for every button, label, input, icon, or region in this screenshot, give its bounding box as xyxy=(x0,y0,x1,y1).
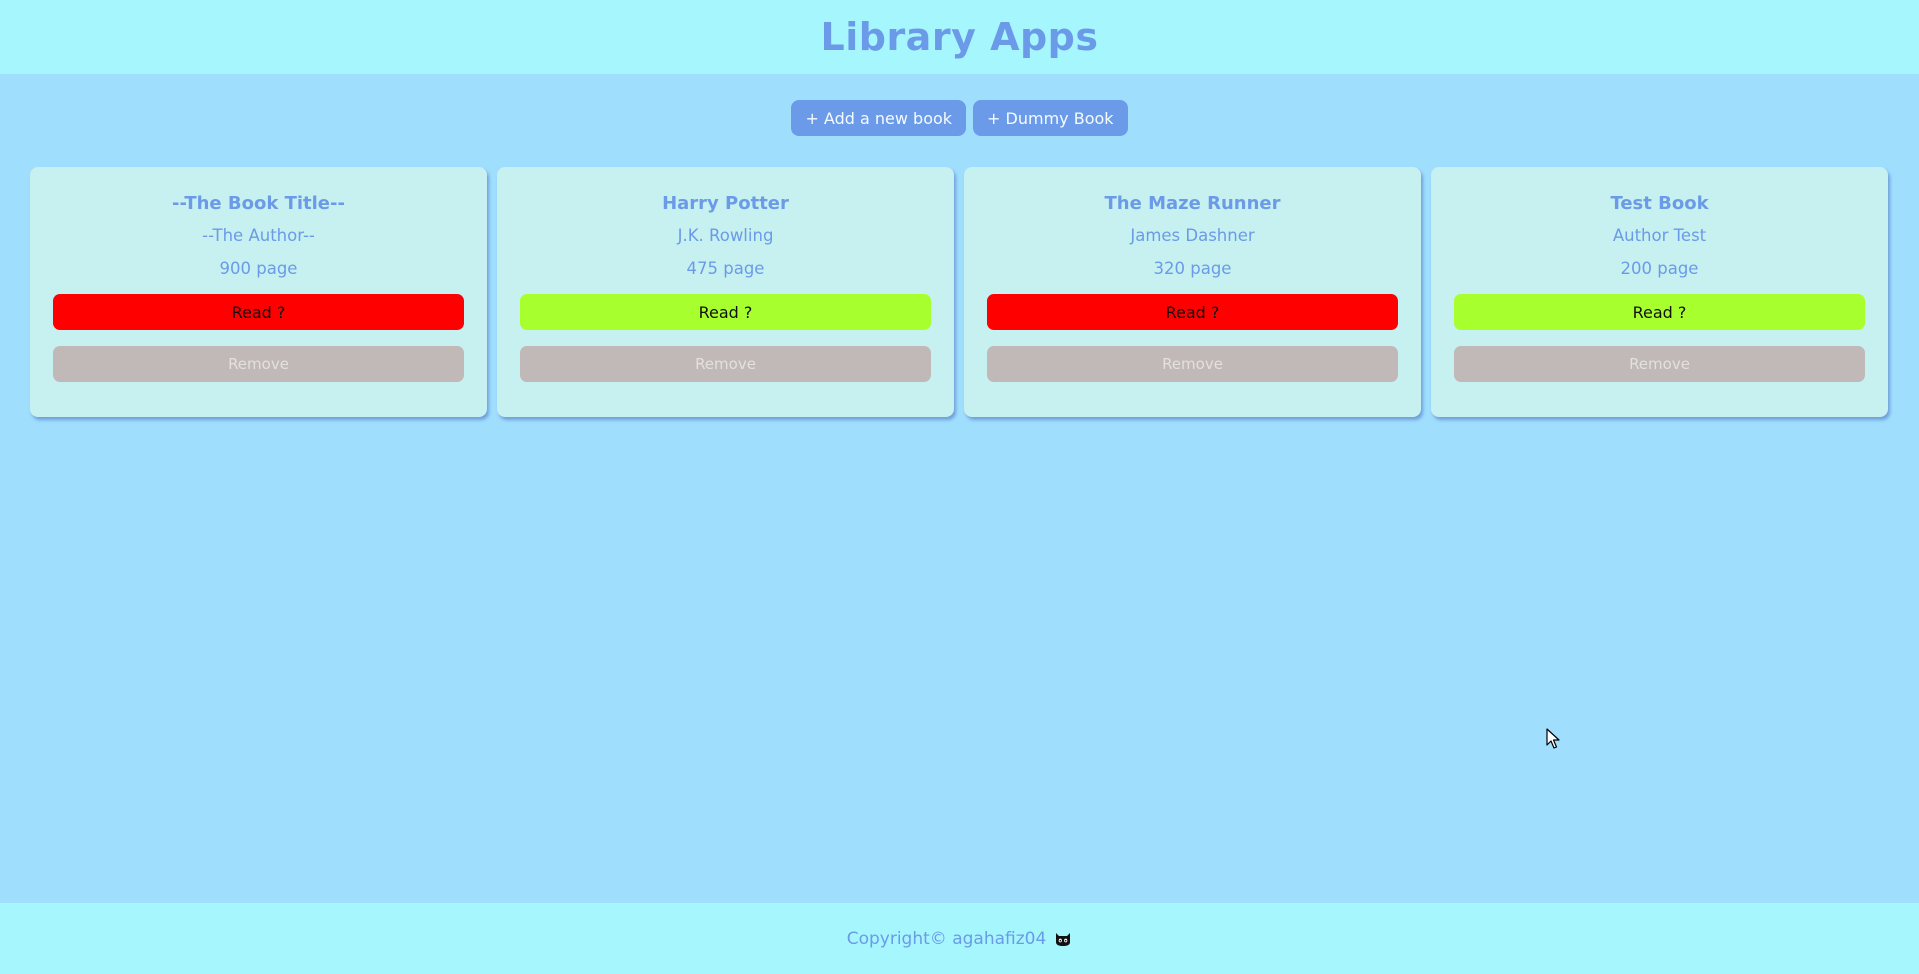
read-toggle-button[interactable]: Read ? xyxy=(520,294,931,330)
book-pages: 320 page xyxy=(1153,259,1232,278)
mouse-cursor-icon xyxy=(1546,728,1560,749)
remove-button[interactable]: Remove xyxy=(987,346,1398,382)
book-card: The Maze Runner James Dashner 320 page R… xyxy=(964,167,1421,417)
read-toggle-button[interactable]: Read ? xyxy=(1454,294,1865,330)
book-card: Harry Potter J.K. Rowling 475 page Read … xyxy=(497,167,954,417)
copyright-text: Copyright© agahafiz04 xyxy=(846,928,1047,949)
read-toggle-button[interactable]: Read ? xyxy=(53,294,464,330)
book-pages: 900 page xyxy=(219,259,298,278)
book-card: --The Book Title-- --The Author-- 900 pa… xyxy=(30,167,487,417)
book-card: Test Book Author Test 200 page Read ? Re… xyxy=(1431,167,1888,417)
book-card-list: --The Book Title-- --The Author-- 900 pa… xyxy=(30,167,1888,417)
read-toggle-button[interactable]: Read ? xyxy=(987,294,1398,330)
book-author: James Dashner xyxy=(1130,226,1255,245)
book-title: --The Book Title-- xyxy=(172,193,345,214)
remove-button[interactable]: Remove xyxy=(520,346,931,382)
book-author: --The Author-- xyxy=(202,226,315,245)
app-footer: Copyright© agahafiz04 xyxy=(0,903,1919,974)
book-pages: 200 page xyxy=(1620,259,1699,278)
dummy-book-button[interactable]: + Dummy Book xyxy=(973,100,1128,136)
page-title: Library Apps xyxy=(820,15,1099,59)
app-header: Library Apps xyxy=(0,0,1919,74)
remove-button[interactable]: Remove xyxy=(1454,346,1865,382)
library-app-page: Library Apps + Add a new book + Dummy Bo… xyxy=(0,0,1919,974)
action-bar: + Add a new book + Dummy Book xyxy=(0,100,1919,136)
remove-button[interactable]: Remove xyxy=(53,346,464,382)
add-book-button[interactable]: + Add a new book xyxy=(791,100,967,136)
book-title: Harry Potter xyxy=(662,193,789,214)
book-pages: 475 page xyxy=(686,259,765,278)
book-author: J.K. Rowling xyxy=(677,226,774,245)
book-author: Author Test xyxy=(1612,226,1707,245)
book-title: The Maze Runner xyxy=(1104,193,1281,214)
github-icon[interactable] xyxy=(1054,930,1072,948)
book-title: Test Book xyxy=(1610,193,1709,214)
